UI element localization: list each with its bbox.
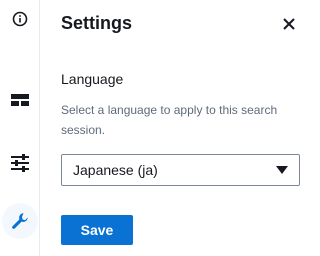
close-button[interactable] <box>277 12 301 36</box>
settings-button[interactable] <box>2 203 38 239</box>
layout-button[interactable] <box>2 82 38 118</box>
language-description: Select a language to apply to this searc… <box>61 103 278 137</box>
caret-down-icon <box>276 166 288 174</box>
side-rail <box>0 0 40 256</box>
wrench-icon <box>12 213 28 229</box>
filters-button[interactable] <box>2 145 38 181</box>
info-icon <box>12 11 28 27</box>
close-icon <box>283 18 295 30</box>
info-button[interactable] <box>2 1 38 37</box>
sliders-icon <box>11 154 29 172</box>
language-select-value: Japanese (ja) <box>73 162 158 178</box>
settings-panel: Settings Language Select a language to a… <box>41 0 318 256</box>
save-button[interactable]: Save <box>61 215 133 245</box>
language-select[interactable]: Japanese (ja) <box>61 154 300 186</box>
language-label: Language <box>61 71 124 87</box>
panel-title: Settings <box>61 13 133 33</box>
layout-icon <box>11 94 29 106</box>
